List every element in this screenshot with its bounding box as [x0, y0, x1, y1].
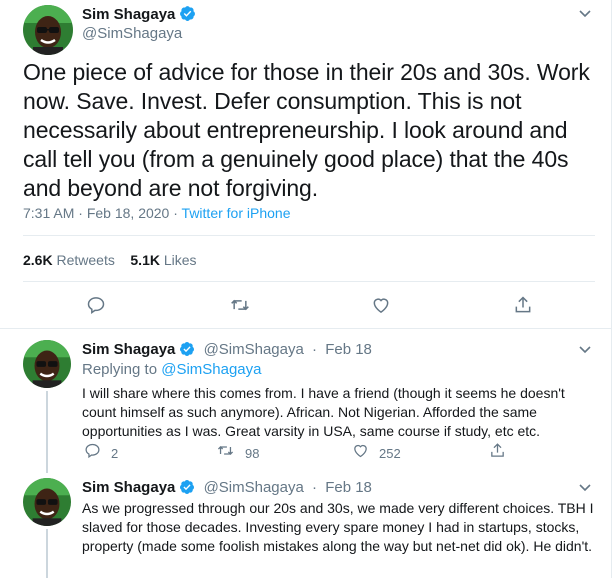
caret-down-icon[interactable]: [578, 6, 592, 25]
retweets-stat[interactable]: 2.6K Retweets: [23, 252, 115, 268]
retweet-icon[interactable]: [216, 442, 235, 464]
separator: ·: [312, 479, 318, 496]
retweet-count: 98: [245, 445, 260, 461]
likes-stat[interactable]: 5.1K Likes: [130, 252, 196, 268]
like-count: 252: [379, 445, 401, 461]
author-handle[interactable]: @SimShagaya: [82, 25, 182, 42]
thread-line: [46, 391, 48, 473]
timeline-column: Sim Shagaya @SimShagaya One piece of adv…: [0, 0, 612, 578]
replying-prefix: Replying to: [82, 361, 162, 378]
share-icon[interactable]: [512, 294, 534, 316]
reply-action[interactable]: 2: [84, 442, 118, 464]
reply-text: I will share where this comes from. I ha…: [82, 385, 565, 439]
author-handle[interactable]: @SimShagaya: [204, 341, 304, 358]
reply-icon[interactable]: [85, 294, 107, 316]
main-tweet: Sim Shagaya @SimShagaya One piece of adv…: [0, 0, 611, 330]
retweets-count: 2.6K: [23, 252, 53, 268]
separator: ·: [74, 205, 87, 221]
caret-down-icon[interactable]: [578, 342, 592, 361]
reply-icon[interactable]: [84, 442, 101, 464]
tweet-meta: 7:31 AM · Feb 18, 2020 · Twitter for iPh…: [23, 205, 290, 221]
avatar[interactable]: [23, 5, 73, 55]
tweet-date[interactable]: Feb 18, 2020: [87, 205, 170, 221]
like-icon[interactable]: [352, 442, 369, 464]
tweet-text: One piece of advice for those in their 2…: [23, 59, 590, 201]
like-action[interactable]: 252: [352, 442, 401, 464]
likes-label: Likes: [163, 252, 197, 268]
retweet-action[interactable]: 98: [216, 442, 259, 464]
separator: ·: [169, 205, 182, 221]
tweet-time[interactable]: 7:31 AM: [23, 205, 74, 221]
reply-tweet[interactable]: Sim Shagaya @SimShagaya · Feb 18 Replyin…: [0, 329, 611, 473]
reply-text: As we progressed through our 20s and 30s…: [82, 500, 594, 554]
tweet-source-link[interactable]: Twitter for iPhone: [182, 205, 291, 221]
divider: [23, 235, 595, 236]
avatar[interactable]: [23, 478, 71, 526]
author-name[interactable]: Sim Shagaya: [82, 479, 175, 496]
caret-down-icon[interactable]: [578, 480, 592, 499]
divider: [23, 281, 595, 282]
author-handle[interactable]: @SimShagaya: [204, 479, 304, 496]
reply-count: 2: [111, 445, 119, 461]
verified-icon: [179, 341, 195, 361]
share-icon[interactable]: [489, 442, 506, 464]
replying-to: Replying to @SimShagaya: [82, 361, 262, 378]
reply-date[interactable]: Feb 18: [325, 479, 372, 496]
like-icon[interactable]: [370, 294, 392, 316]
reply-header: Sim Shagaya @SimShagaya · Feb 18: [82, 479, 372, 499]
verified-icon: [179, 479, 195, 499]
verified-icon: [179, 5, 196, 27]
separator: ·: [312, 341, 318, 358]
retweet-icon[interactable]: [229, 294, 251, 316]
tweet-stats: 2.6K Retweets 5.1K Likes: [23, 252, 197, 268]
reply-date[interactable]: Feb 18: [325, 341, 372, 358]
thread-line: [46, 529, 48, 578]
avatar[interactable]: [23, 340, 71, 388]
reply-header: Sim Shagaya @SimShagaya · Feb 18: [82, 341, 372, 361]
reply-tweet[interactable]: Sim Shagaya @SimShagaya · Feb 18 As we p…: [0, 473, 611, 578]
share-action[interactable]: [489, 442, 506, 464]
likes-count: 5.1K: [130, 252, 160, 268]
retweets-label: Retweets: [56, 252, 115, 268]
replying-to-link[interactable]: @SimShagaya: [161, 361, 261, 378]
author-name[interactable]: Sim Shagaya: [82, 341, 175, 358]
author-name[interactable]: Sim Shagaya: [82, 6, 175, 23]
